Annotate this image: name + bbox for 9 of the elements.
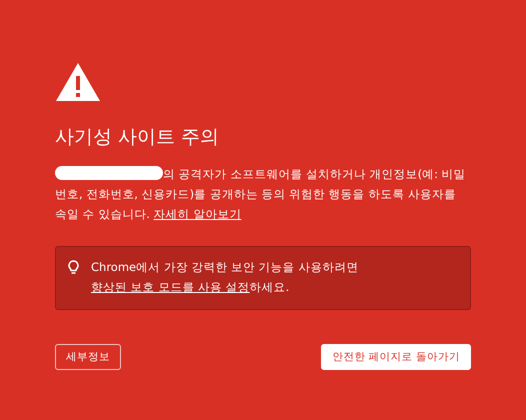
back-to-safety-button[interactable]: 안전한 페이지로 돌아가기 <box>321 344 471 370</box>
page-title: 사기성 사이트 주의 <box>55 125 220 150</box>
lightbulb-icon <box>68 260 79 275</box>
details-button[interactable]: 세부정보 <box>55 344 121 370</box>
warning-description: 의 공격자가 소프트웨어를 설치하거나 개인정보(예: 비밀번호, 전화번호, 신용카드)를 공개하는 등의 위험한 행동을 하도록 사용자를 속일 수 있습니다. 자세히 알아보기 <box>55 165 467 223</box>
learn-more-link[interactable]: 자세히 알아보기 <box>154 207 242 221</box>
warning-icon <box>55 62 101 102</box>
tip-text: Chrome에서 가장 강력한 보안 기능을 사용하려면 향상된 보호 모드를 사용 설정 하세요. <box>91 259 360 296</box>
enhanced-protection-link[interactable]: 향상된 보호 모드를 사용 설정 <box>91 280 250 294</box>
